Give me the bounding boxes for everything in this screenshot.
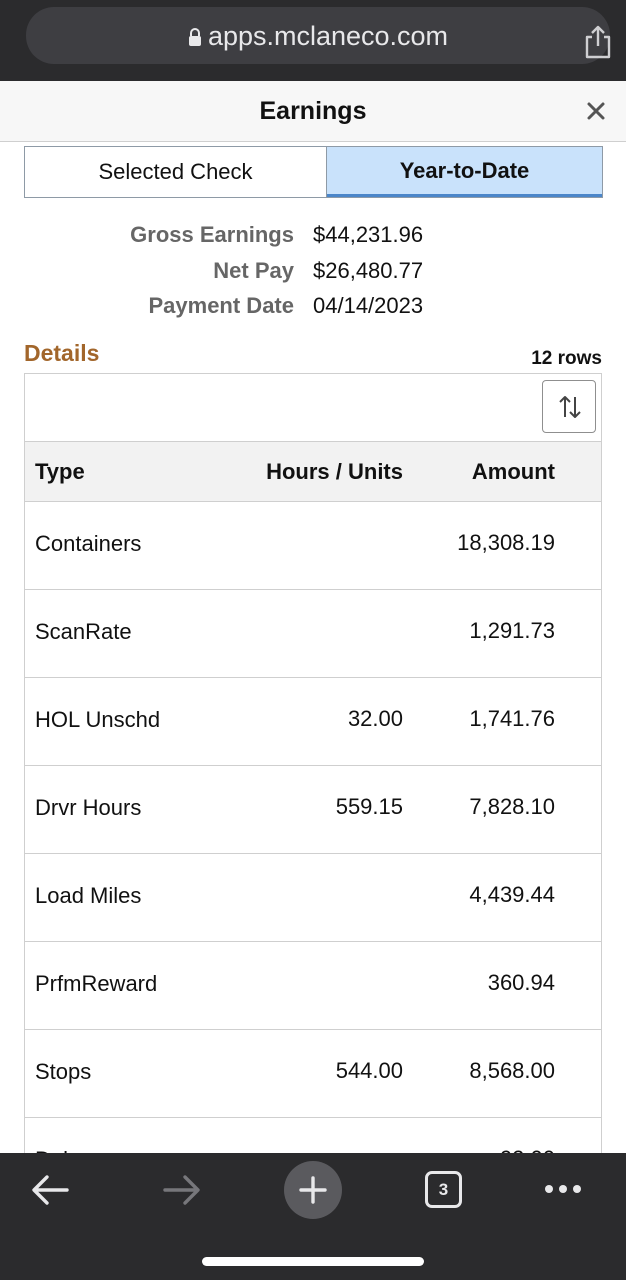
net-pay-value: $26,480.77 <box>313 258 424 283</box>
row-hours: 544.00 <box>335 1058 403 1083</box>
back-arrow-icon[interactable] <box>30 1173 70 1207</box>
table-row[interactable]: ScanRate 1,291.73 <box>25 590 601 678</box>
row-type: Stops <box>35 1059 92 1084</box>
page-title: Earnings <box>259 97 367 125</box>
tab-year-to-date[interactable]: Year-to-Date <box>327 147 602 197</box>
tab-selected-check[interactable]: Selected Check <box>25 147 327 197</box>
table-row[interactable]: PrfmReward 360.94 <box>25 942 601 1030</box>
table-row[interactable]: HOL Unschd 32.00 1,741.76 <box>25 678 601 766</box>
payment-date-row: Payment Date 04/14/2023 <box>0 293 626 325</box>
row-count: 12 rows <box>531 348 602 369</box>
net-pay-row: Net Pay $26,480.77 <box>0 258 626 290</box>
grid-toolbar <box>25 374 601 442</box>
grid-header: Type Hours / Units Amount <box>25 442 601 502</box>
lock-icon <box>188 28 201 46</box>
row-type: Drvr Hours <box>35 795 142 820</box>
payment-date-label: Payment Date <box>148 293 294 318</box>
browser-top-bar: apps.mclaneco.com <box>0 0 626 81</box>
browser-bottom-bar: 3 <box>0 1153 626 1280</box>
address-bar[interactable]: apps.mclaneco.com <box>26 7 611 64</box>
table-row[interactable]: Load Miles 4,439.44 <box>25 854 601 942</box>
more-options-icon[interactable] <box>544 1183 582 1195</box>
column-header-type[interactable]: Type <box>35 459 85 485</box>
home-indicator <box>202 1257 424 1266</box>
gross-earnings-row: Gross Earnings $44,231.96 <box>0 222 626 254</box>
plus-icon <box>299 1176 327 1204</box>
sort-icon <box>559 396 581 418</box>
row-amount: 18,308.19 <box>457 530 555 555</box>
grid-rows: Containers 18,308.19 ScanRate 1,291.73 H… <box>25 502 601 1173</box>
earnings-tabs: Selected Check Year-to-Date <box>24 146 603 198</box>
gross-earnings-value: $44,231.96 <box>313 222 424 247</box>
close-icon[interactable] <box>584 99 608 123</box>
row-type: Containers <box>35 531 142 556</box>
row-amount: 1,741.76 <box>469 706 555 731</box>
row-hours: 559.15 <box>335 794 403 819</box>
payment-date-value: 04/14/2023 <box>313 293 424 318</box>
column-header-amount[interactable]: Amount <box>472 459 555 485</box>
row-amount: 360.94 <box>487 970 555 995</box>
table-row[interactable]: Drvr Hours 559.15 7,828.10 <box>25 766 601 854</box>
row-amount: 7,828.10 <box>469 794 555 819</box>
gross-earnings-label: Gross Earnings <box>130 222 294 247</box>
row-type: HOL Unschd <box>35 707 161 732</box>
details-grid: Type Hours / Units Amount Containers 18,… <box>24 373 602 1173</box>
column-header-hours[interactable]: Hours / Units <box>266 459 403 485</box>
table-row[interactable]: Containers 18,308.19 <box>25 502 601 590</box>
table-row[interactable]: Stops 544.00 8,568.00 <box>25 1030 601 1118</box>
share-icon[interactable] <box>582 24 614 60</box>
sort-button[interactable] <box>542 380 596 433</box>
details-heading: Details <box>24 340 100 366</box>
forward-arrow-icon[interactable] <box>162 1173 202 1207</box>
modal-header: Earnings <box>0 81 626 142</box>
row-type: ScanRate <box>35 619 132 644</box>
new-tab-button[interactable] <box>284 1161 342 1219</box>
row-amount: 1,291.73 <box>469 618 555 643</box>
url-text: apps.mclaneco.com <box>207 21 449 51</box>
row-amount: 8,568.00 <box>469 1058 555 1083</box>
row-type: Load Miles <box>35 883 142 908</box>
row-hours: 32.00 <box>347 706 403 731</box>
net-pay-label: Net Pay <box>213 258 294 283</box>
row-amount: 4,439.44 <box>469 882 555 907</box>
url-display: apps.mclaneco.com <box>26 21 610 52</box>
tab-switcher-button[interactable]: 3 <box>425 1171 462 1208</box>
row-type: PrfmReward <box>35 971 158 996</box>
